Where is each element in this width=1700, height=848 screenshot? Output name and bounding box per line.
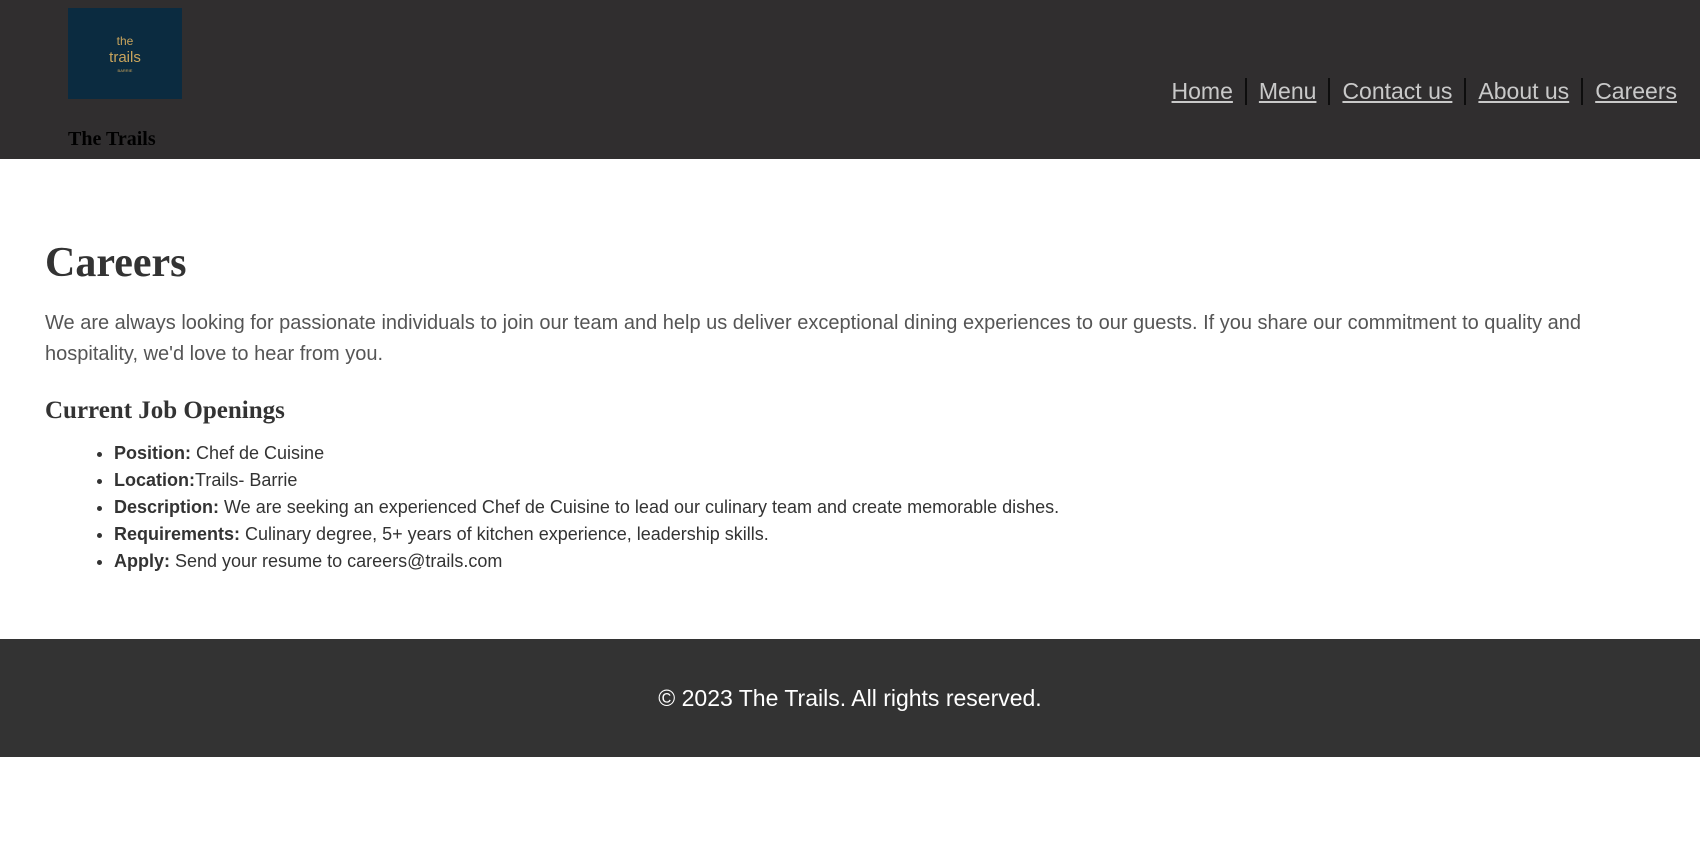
svg-text:trails: trails bbox=[109, 49, 141, 66]
openings-heading: Current Job Openings bbox=[45, 397, 285, 424]
job-field-label: Requirements: bbox=[114, 524, 241, 544]
svg-text:BARRIE: BARRIE bbox=[118, 68, 133, 73]
job-field-value: Chef de Cuisine bbox=[191, 443, 325, 463]
nav-about-link[interactable]: About us bbox=[1466, 76, 1581, 106]
nav-contact-link[interactable]: Contact us bbox=[1330, 76, 1464, 106]
job-field-label: Location: bbox=[114, 470, 195, 490]
nav-careers-link[interactable]: Careers bbox=[1583, 76, 1677, 106]
intro-paragraph: We are always looking for passionate ind… bbox=[45, 312, 1582, 365]
site-footer: © 2023 The Trails. All rights reserved. bbox=[0, 639, 1700, 757]
job-field-label: Apply: bbox=[114, 551, 170, 571]
job-field-value: Trails- Barrie bbox=[195, 470, 298, 490]
nav-home-link[interactable]: Home bbox=[1160, 76, 1245, 106]
job-field-value: Send your resume to careers@trails.com bbox=[170, 551, 503, 571]
job-requirements-item: Requirements: Culinary degree, 5+ years … bbox=[114, 521, 1655, 548]
job-position-item: Position: Chef de Cuisine bbox=[114, 440, 1655, 467]
job-field-label: Description: bbox=[114, 497, 220, 517]
job-apply-item: Apply: Send your resume to careers@trail… bbox=[114, 548, 1655, 575]
nav-menu-link[interactable]: Menu bbox=[1247, 76, 1329, 106]
logo-mark: the trails BARRIE bbox=[109, 34, 141, 73]
main-nav: Home Menu Contact us About us Careers bbox=[1160, 76, 1677, 106]
job-field-value: Culinary degree, 5+ years of kitchen exp… bbox=[240, 524, 769, 544]
brand-name: The Trails bbox=[68, 128, 156, 150]
copyright-text: © 2023 The Trails. All rights reserved. bbox=[658, 685, 1042, 711]
job-field-label: Position: bbox=[114, 443, 191, 463]
site-header: the trails BARRIE The Trails Home Menu C… bbox=[0, 0, 1700, 159]
job-details-list: Position: Chef de Cuisine Location:Trail… bbox=[45, 440, 1655, 575]
job-location-item: Location:Trails- Barrie bbox=[114, 467, 1655, 494]
job-description-item: Description: We are seeking an experienc… bbox=[114, 494, 1655, 521]
logo[interactable]: the trails BARRIE bbox=[68, 8, 182, 99]
job-field-value: We are seeking an experienced Chef de Cu… bbox=[219, 497, 1060, 517]
main-content: Careers We are always looking for passio… bbox=[0, 159, 1700, 575]
page-title: Careers bbox=[45, 240, 187, 286]
svg-text:the: the bbox=[117, 34, 134, 48]
